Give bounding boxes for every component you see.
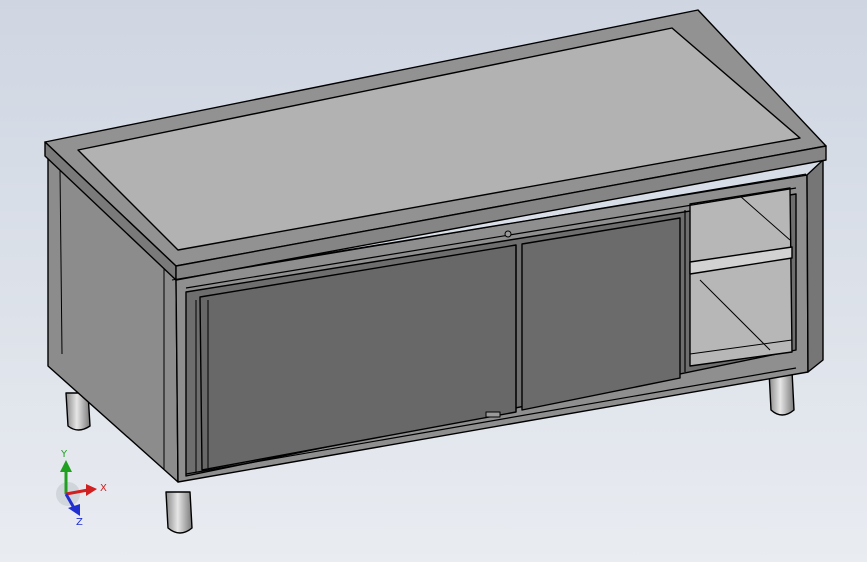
z-axis-label: Z xyxy=(76,517,83,528)
right-side-panel xyxy=(806,159,824,373)
open-shelf-compartment xyxy=(689,187,793,367)
y-axis-label: Y xyxy=(60,449,68,460)
cabinet-model[interactable] xyxy=(44,9,827,534)
cad-viewport[interactable]: Y X Z xyxy=(0,0,867,562)
rail-fastener xyxy=(504,230,512,238)
coordinate-triad: Y X Z xyxy=(56,449,107,528)
x-axis-arrow-icon xyxy=(86,484,97,496)
y-axis-arrow-icon xyxy=(60,460,72,472)
model-canvas[interactable]: Y X Z xyxy=(0,0,867,562)
leg-front-center xyxy=(165,491,193,534)
door-handle[interactable] xyxy=(485,411,501,418)
x-axis-label: X xyxy=(100,483,107,494)
sliding-door-right[interactable] xyxy=(521,217,681,411)
